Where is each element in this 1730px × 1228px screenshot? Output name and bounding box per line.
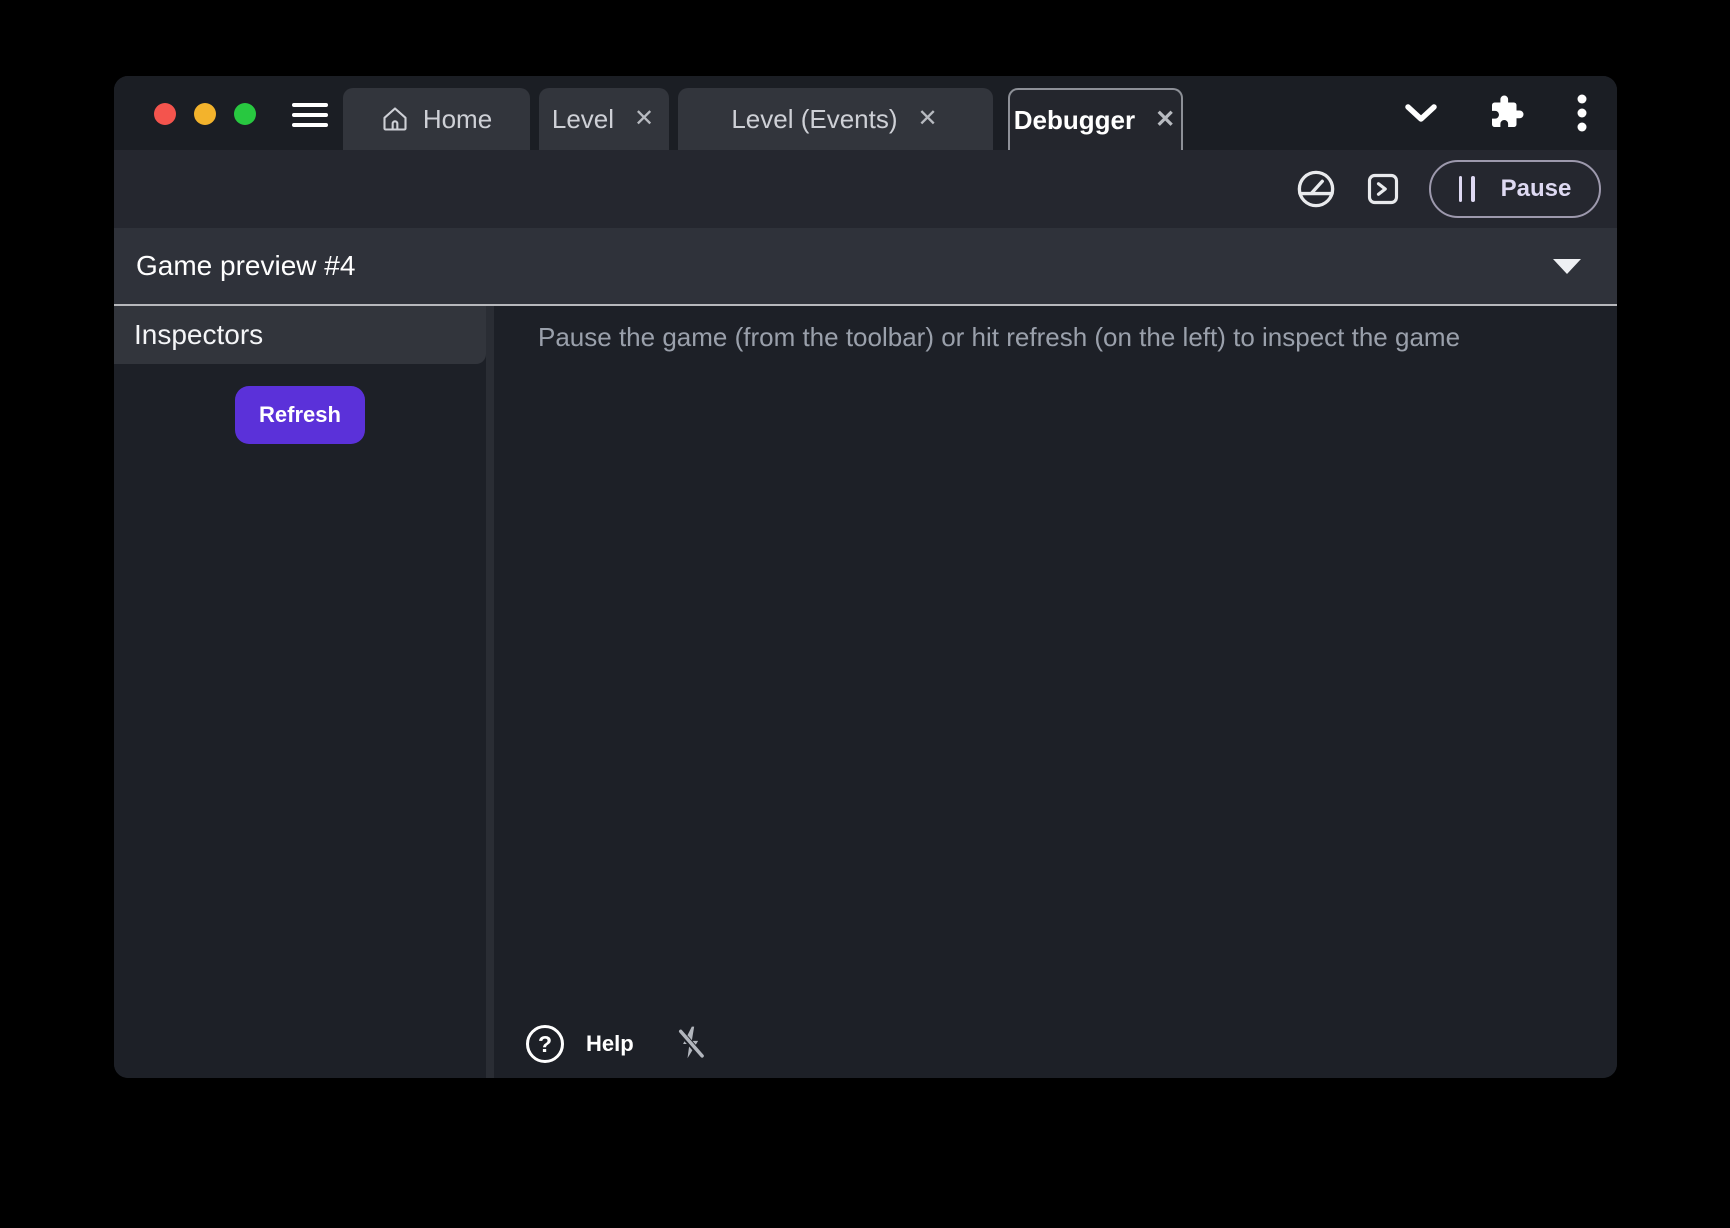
extensions-puzzle-icon[interactable] [1485,92,1527,134]
tab-level-label: Level [552,104,614,135]
tab-level[interactable]: Level ✕ [539,88,669,150]
sidebar-resize-divider[interactable] [486,306,494,1078]
close-icon[interactable]: ✕ [632,105,656,133]
close-icon[interactable]: ✕ [1153,106,1177,134]
close-window-button[interactable] [154,103,176,125]
home-icon [381,105,409,133]
zoom-window-button[interactable] [234,103,256,125]
pause-button-label: Pause [1501,175,1572,203]
tab-debugger-label: Debugger [1014,105,1135,136]
caret-down-icon[interactable] [1553,259,1581,274]
minimize-window-button[interactable] [194,103,216,125]
help-label[interactable]: Help [586,1031,634,1057]
game-preview-header[interactable]: Game preview #4 [114,228,1617,306]
bottom-bar: ? Help [526,1022,710,1066]
refresh-button[interactable]: Refresh [235,386,365,444]
game-preview-title: Game preview #4 [136,250,1553,282]
console-icon[interactable] [1365,171,1401,207]
debugger-content: Inspectors Refresh Pause the game (from … [114,306,1617,1078]
titlebar-actions [1403,76,1587,150]
tab-level-events-label: Level (Events) [731,104,897,135]
traffic-lights [154,103,256,125]
kebab-menu-icon[interactable] [1577,94,1587,132]
inspector-hint-message: Pause the game (from the toolbar) or hit… [538,322,1597,353]
app-window: Home Level ✕ Level (Events) ✕ Debugger ✕ [114,76,1617,1078]
tab-bar: Home Level ✕ Level (Events) ✕ Debugger ✕ [343,88,1183,150]
inspectors-sidebar: Inspectors Refresh [114,306,486,1078]
titlebar: Home Level ✕ Level (Events) ✕ Debugger ✕ [114,76,1617,150]
tab-home-label: Home [423,104,492,135]
inspectors-header: Inspectors [114,306,486,364]
tab-home[interactable]: Home [343,88,530,150]
profiler-gauge-icon[interactable] [1295,168,1337,210]
chevron-down-icon[interactable] [1403,102,1439,124]
help-icon[interactable]: ? [526,1025,564,1063]
flash-off-icon[interactable] [672,1022,710,1066]
inspector-main-panel: Pause the game (from the toolbar) or hit… [494,306,1617,1078]
close-icon[interactable]: ✕ [916,105,940,133]
debugger-toolbar: Pause [114,150,1617,228]
pause-icon [1459,176,1475,202]
tab-level-events[interactable]: Level (Events) ✕ [678,88,993,150]
tab-debugger[interactable]: Debugger ✕ [1008,88,1183,150]
menu-icon[interactable] [292,101,328,129]
pause-button[interactable]: Pause [1429,160,1601,218]
inspectors-header-label: Inspectors [134,319,263,351]
